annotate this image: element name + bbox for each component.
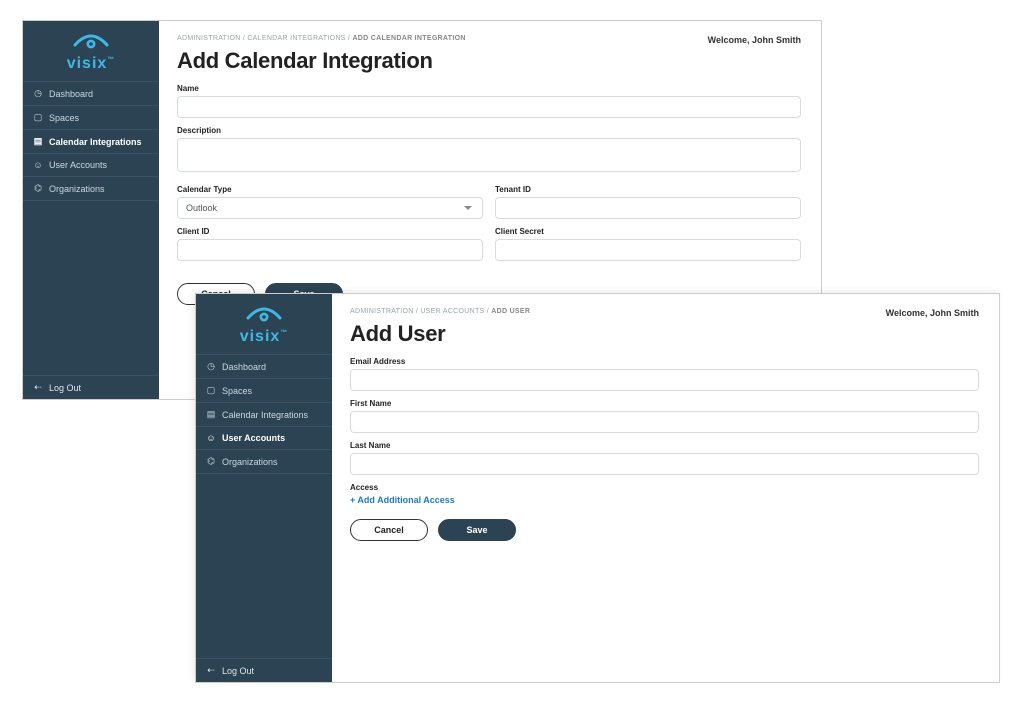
- nav: ◷ Dashboard ▢ Spaces ▤ Calendar Integrat…: [196, 354, 332, 658]
- logout-icon: ⇠: [33, 382, 43, 393]
- calendar-type-value: Outlook: [186, 203, 217, 213]
- sidebar-item-label: Dashboard: [49, 89, 93, 99]
- sidebar-item-label: Organizations: [49, 184, 105, 194]
- client-secret-label: Client Secret: [495, 227, 801, 236]
- sidebar: visix™ ◷ Dashboard ▢ Spaces ▤ Calendar I…: [196, 294, 332, 682]
- brand-text: visix™: [196, 328, 332, 346]
- logout-icon: ⇠: [206, 665, 216, 676]
- logout-button[interactable]: ⇠ Log Out: [23, 375, 159, 399]
- breadcrumb-current: ADD CALENDAR INTEGRATION: [352, 35, 465, 42]
- sidebar-item-label: Organizations: [222, 457, 278, 467]
- sidebar-item-user-accounts[interactable]: ☺ User Accounts: [23, 154, 159, 177]
- sidebar-item-organizations[interactable]: ⌬ Organizations: [23, 177, 159, 201]
- eye-logo-icon: [69, 31, 113, 53]
- calendar-type-label: Calendar Type: [177, 185, 483, 194]
- calendar-type-select[interactable]: Outlook: [177, 197, 483, 219]
- sidebar-item-label: User Accounts: [222, 433, 285, 443]
- last-name-label: Last Name: [350, 441, 979, 450]
- description-label: Description: [177, 126, 801, 135]
- sidebar-item-label: Dashboard: [222, 362, 266, 372]
- breadcrumb-item[interactable]: USER ACCOUNTS: [420, 308, 484, 315]
- welcome-text: Welcome, John Smith: [886, 308, 979, 318]
- sidebar-item-calendar-integrations[interactable]: ▤ Calendar Integrations: [196, 403, 332, 427]
- sidebar-item-dashboard[interactable]: ◷ Dashboard: [196, 355, 332, 379]
- first-name-label: First Name: [350, 399, 979, 408]
- logo: visix™: [23, 21, 159, 81]
- dashboard-icon: ◷: [206, 361, 216, 372]
- organizations-icon: ⌬: [33, 183, 43, 194]
- sidebar-item-calendar-integrations[interactable]: ▤ Calendar Integrations: [23, 130, 159, 154]
- page-title: Add Calendar Integration: [177, 48, 801, 74]
- first-name-input[interactable]: [350, 411, 979, 433]
- spaces-icon: ▢: [33, 112, 43, 123]
- sidebar-item-label: Spaces: [49, 113, 79, 123]
- calendar-icon: ▤: [33, 136, 43, 147]
- save-button[interactable]: Save: [438, 519, 516, 541]
- logout-label: Log Out: [222, 666, 254, 676]
- sidebar-item-organizations[interactable]: ⌬ Organizations: [196, 450, 332, 474]
- tenant-id-label: Tenant ID: [495, 185, 801, 194]
- logout-label: Log Out: [49, 383, 81, 393]
- sidebar-item-dashboard[interactable]: ◷ Dashboard: [23, 82, 159, 106]
- sidebar-item-label: User Accounts: [49, 160, 107, 170]
- nav: ◷ Dashboard ▢ Spaces ▤ Calendar Integrat…: [23, 81, 159, 375]
- users-icon: ☺: [206, 433, 216, 443]
- client-id-input[interactable]: [177, 239, 483, 261]
- description-input[interactable]: [177, 138, 801, 172]
- breadcrumb-current: ADD USER: [491, 308, 530, 315]
- breadcrumb-item[interactable]: ADMINISTRATION: [350, 308, 414, 315]
- calendar-icon: ▤: [206, 409, 216, 420]
- name-input[interactable]: [177, 96, 801, 118]
- sidebar-item-label: Spaces: [222, 386, 252, 396]
- eye-logo-icon: [242, 304, 286, 326]
- sidebar-item-label: Calendar Integrations: [49, 137, 142, 147]
- breadcrumb-item[interactable]: CALENDAR INTEGRATIONS: [247, 35, 345, 42]
- welcome-text: Welcome, John Smith: [708, 35, 801, 45]
- client-secret-input[interactable]: [495, 239, 801, 261]
- brand-text: visix™: [23, 55, 159, 73]
- tenant-id-input[interactable]: [495, 197, 801, 219]
- access-label: Access: [350, 483, 979, 492]
- sidebar-item-spaces[interactable]: ▢ Spaces: [196, 379, 332, 403]
- breadcrumb-item[interactable]: ADMINISTRATION: [177, 35, 241, 42]
- sidebar: visix™ ◷ Dashboard ▢ Spaces ▤ Calendar I…: [23, 21, 159, 399]
- logo: visix™: [196, 294, 332, 354]
- spaces-icon: ▢: [206, 385, 216, 396]
- last-name-input[interactable]: [350, 453, 979, 475]
- email-input[interactable]: [350, 369, 979, 391]
- name-label: Name: [177, 84, 801, 93]
- sidebar-item-spaces[interactable]: ▢ Spaces: [23, 106, 159, 130]
- organizations-icon: ⌬: [206, 456, 216, 467]
- logout-button[interactable]: ⇠ Log Out: [196, 658, 332, 682]
- users-icon: ☺: [33, 160, 43, 170]
- breadcrumb: ADMINISTRATION / USER ACCOUNTS / ADD USE…: [350, 308, 979, 315]
- client-id-label: Client ID: [177, 227, 483, 236]
- cancel-button[interactable]: Cancel: [350, 519, 428, 541]
- email-label: Email Address: [350, 357, 979, 366]
- page-title: Add User: [350, 321, 979, 347]
- add-additional-access-link[interactable]: + Add Additional Access: [350, 495, 979, 505]
- dashboard-icon: ◷: [33, 88, 43, 99]
- window-add-user: visix™ ◷ Dashboard ▢ Spaces ▤ Calendar I…: [195, 293, 1000, 683]
- sidebar-item-label: Calendar Integrations: [222, 410, 308, 420]
- sidebar-item-user-accounts[interactable]: ☺ User Accounts: [196, 427, 332, 450]
- main-content: Welcome, John Smith ADMINISTRATION / USE…: [332, 294, 999, 682]
